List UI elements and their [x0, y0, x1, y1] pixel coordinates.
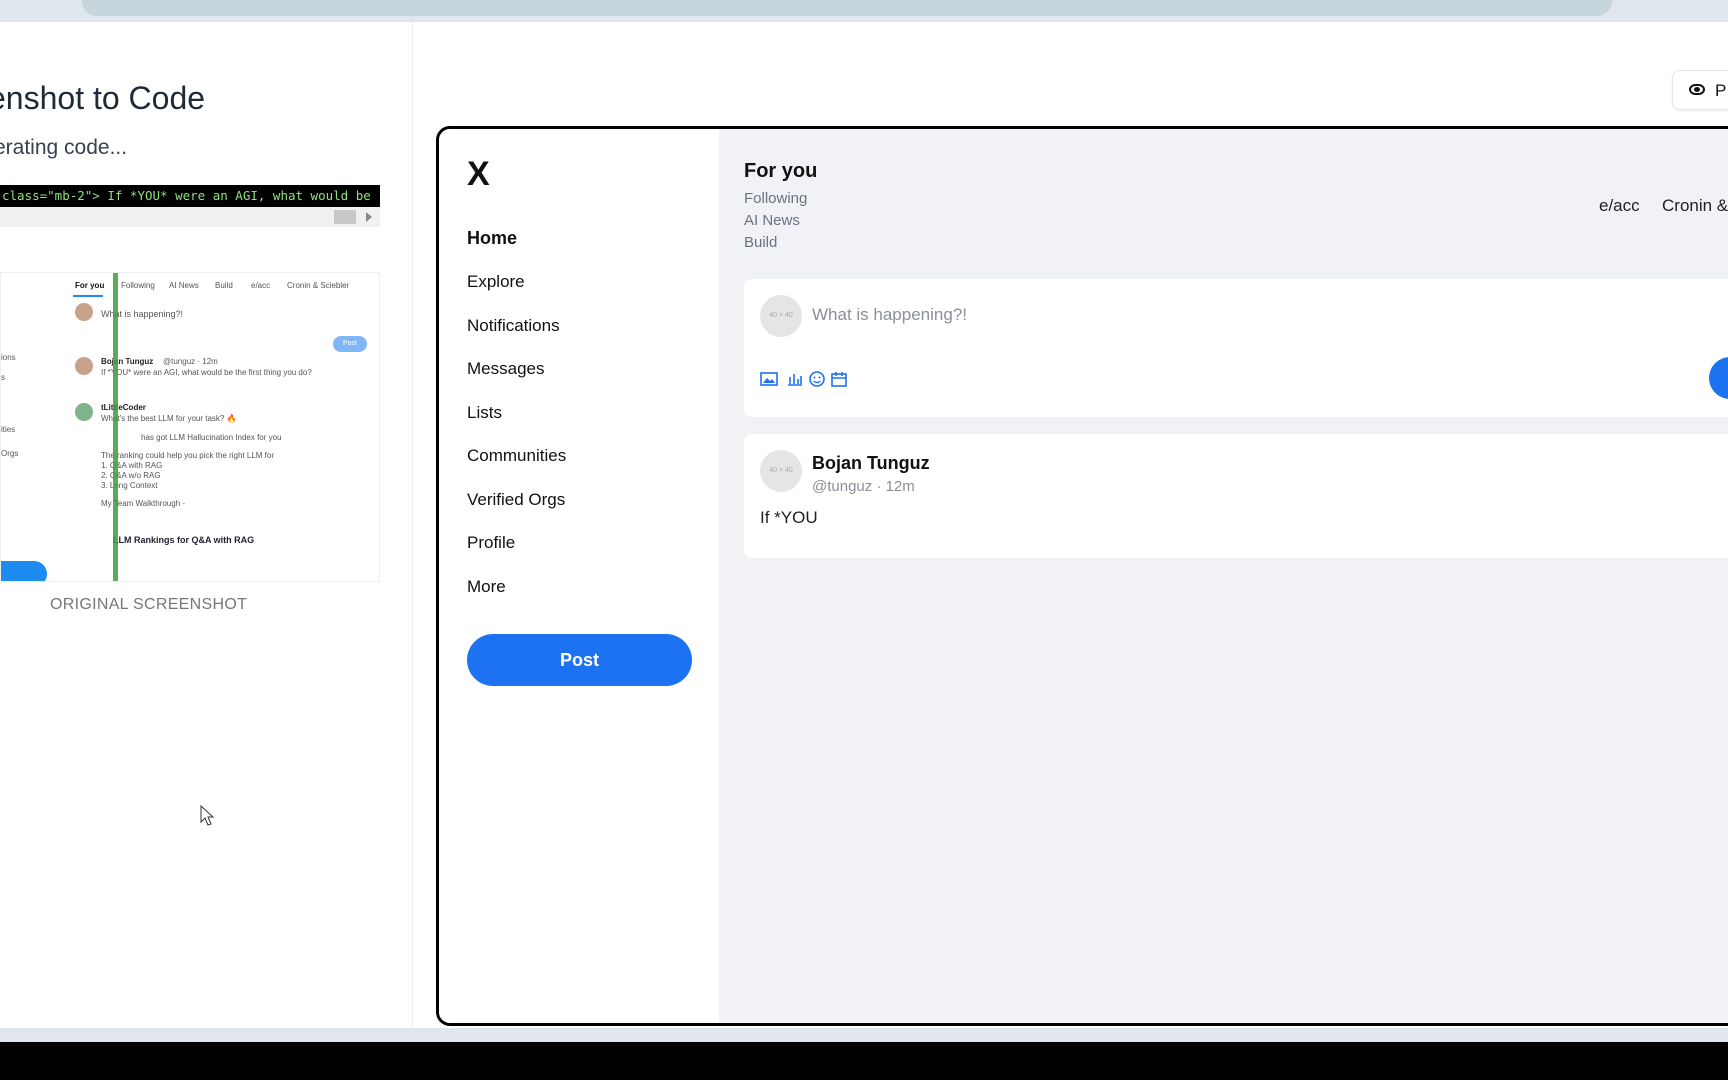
thumb-tab: AI News	[169, 281, 199, 290]
original-screenshot-thumbnail: For you Following AI News Build e/acc Cr…	[0, 272, 380, 582]
tab-eacc[interactable]: e/acc	[1599, 196, 1640, 216]
poll-icon[interactable]	[786, 371, 804, 387]
generation-status: erating code...	[0, 136, 128, 159]
eye-icon	[1689, 84, 1705, 95]
thumb-tab: e/acc	[251, 281, 271, 290]
thumb-tab: For you	[75, 281, 105, 290]
thumb-tab: Following	[121, 281, 155, 290]
sidebar: X Home Explore Notifications Messages Li…	[439, 129, 719, 1023]
horizontal-scrollbar[interactable]	[0, 207, 380, 227]
thumb-avatar	[75, 303, 93, 321]
avatar: 40 × 40	[760, 450, 802, 492]
post-button[interactable]: Post	[467, 634, 692, 686]
thumb-post-button: Post	[333, 336, 367, 352]
image-icon[interactable]	[760, 371, 778, 387]
tweet-author-name[interactable]: Bojan Tunguz	[812, 453, 930, 474]
thumb-tab-underline	[73, 295, 103, 297]
thumb-name: tLittleCoder	[101, 403, 146, 412]
thumb-text: 3. Long Context	[101, 481, 158, 490]
preview-button[interactable]: P	[1672, 70, 1728, 110]
compose-input[interactable]: What is happening?!	[812, 305, 967, 325]
nav-item-notifications[interactable]: Notifications	[467, 316, 560, 336]
nav-item-profile[interactable]: Profile	[467, 533, 515, 553]
preview-frame: X Home Explore Notifications Messages Li…	[436, 126, 1728, 1026]
taskbar-edge	[0, 1028, 1728, 1042]
emoji-icon[interactable]	[808, 371, 826, 387]
x-logo[interactable]: X	[467, 155, 490, 194]
thumb-text: If *YOU* were an AGI, what would be the …	[101, 368, 312, 377]
thumb-text: What's the best LLM for your task? 🔥	[101, 414, 237, 423]
tab-ai-news[interactable]: AI News	[744, 212, 800, 229]
thumb-handle: @tunguz · 12m	[163, 357, 218, 366]
tab-following[interactable]: Following	[744, 190, 807, 207]
nav-item-home[interactable]: Home	[467, 228, 517, 249]
tab-build[interactable]: Build	[744, 234, 777, 251]
thumb-post-pill	[1, 561, 47, 581]
thumb-text: has got LLM Hallucination Index for you	[141, 433, 282, 442]
thumb-text: 2. Q&A w/o RAG	[101, 471, 161, 480]
scan-line	[113, 273, 118, 581]
address-bar[interactable]	[82, 0, 1612, 16]
schedule-icon[interactable]	[830, 371, 848, 387]
compose-box: 40 × 40 What is happening?!	[744, 279, 1728, 417]
browser-toolbar	[0, 0, 1728, 22]
nav-item-explore[interactable]: Explore	[467, 272, 525, 292]
code-stream: class="mb-2"> If *YOU* were an AGI, what…	[0, 185, 380, 207]
preview-button-label: P	[1715, 81, 1727, 100]
tab-for-you[interactable]: For you	[744, 160, 817, 183]
tab-cronin[interactable]: Cronin &	[1662, 196, 1728, 216]
screen: enshot to Code erating code... class="mb…	[0, 0, 1728, 1080]
nav-item-lists[interactable]: Lists	[467, 403, 502, 423]
scroll-right-icon[interactable]	[366, 212, 372, 222]
thumb-text: The ranking could help you pick the righ…	[101, 451, 274, 460]
thumb-card-title: LLM Rankings for Q&A with RAG	[113, 535, 255, 545]
nav-item-verified-orgs[interactable]: Verified Orgs	[467, 490, 565, 510]
thumb-avatar	[75, 357, 93, 375]
tweet-text: If *YOU	[760, 508, 818, 527]
nav-item-messages[interactable]: Messages	[467, 359, 544, 379]
thumb-name: Bojan Tunguz	[101, 357, 154, 366]
taskbar	[0, 1042, 1728, 1080]
thumb-avatar	[75, 403, 93, 421]
tweet-author-handle: @tunguz · 12m	[812, 478, 915, 495]
thumb-side: Orgs	[1, 449, 19, 458]
left-panel: enshot to Code erating code... class="mb…	[0, 22, 413, 1028]
mouse-cursor-icon	[200, 805, 215, 826]
app-title: enshot to Code	[0, 80, 206, 116]
nav-item-more[interactable]: More	[467, 577, 506, 597]
thumb-tab: Build	[215, 281, 233, 290]
compose-post-button[interactable]	[1709, 357, 1728, 399]
nav-item-communities[interactable]: Communities	[467, 446, 566, 466]
original-screenshot-label: ORIGINAL SCREENSHOT	[50, 596, 248, 613]
thumb-side: s	[1, 373, 5, 382]
thumb-tab: Cronin & Sciebler	[287, 281, 350, 290]
feed: For you Following AI News Build e/acc Cr…	[719, 129, 1728, 1023]
avatar: 40 × 40	[760, 295, 802, 337]
tweet[interactable]: 40 × 40 Bojan Tunguz @tunguz · 12m If *Y…	[744, 434, 1728, 558]
scrollbar-thumb[interactable]	[334, 210, 356, 224]
thumb-side: ities	[1, 425, 16, 434]
thumb-side: ions	[1, 353, 16, 362]
thumb-text: 1. Q&A with RAG	[101, 461, 163, 470]
